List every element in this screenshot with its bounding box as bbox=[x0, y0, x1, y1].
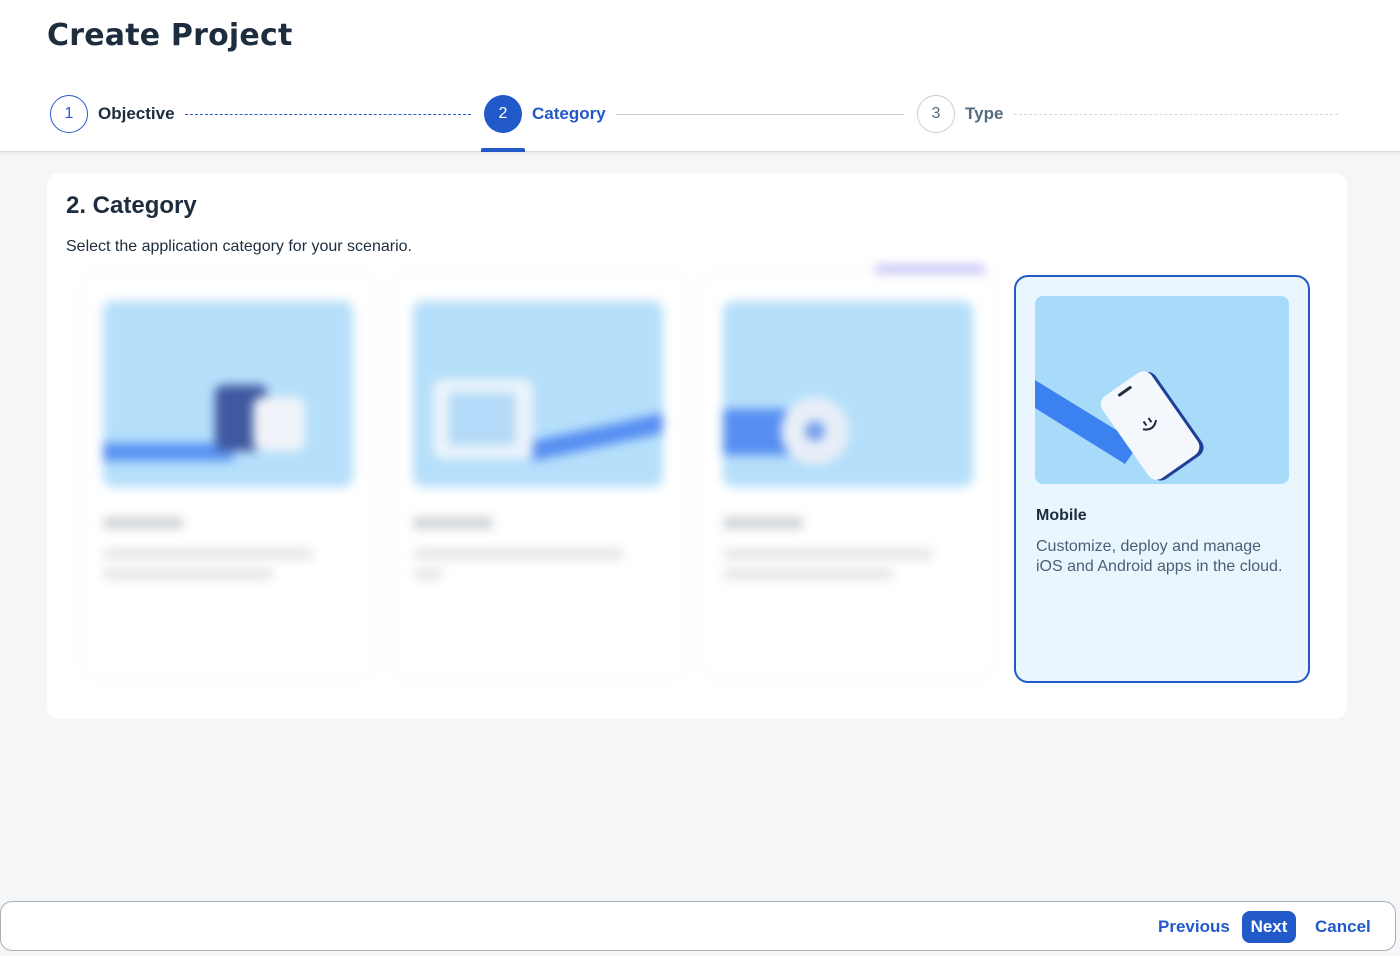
next-button[interactable]: Next bbox=[1242, 911, 1296, 943]
step-connector-1 bbox=[185, 114, 471, 115]
active-step-indicator bbox=[481, 148, 525, 152]
section-description: Select the application category for your… bbox=[66, 238, 412, 255]
step-label: Objective bbox=[98, 104, 175, 123]
cancel-button[interactable]: Cancel bbox=[1306, 911, 1380, 943]
wizard-step-objective[interactable]: 1 Objective bbox=[50, 95, 175, 133]
category-card-blurred[interactable] bbox=[703, 273, 993, 677]
blurred-category-cards bbox=[83, 263, 1007, 687]
previous-button[interactable]: Previous bbox=[1149, 911, 1239, 943]
wizard-header: Create Project 1 Objective 2 Category 3 … bbox=[0, 0, 1400, 152]
step-label: Category bbox=[532, 104, 606, 123]
step-number-badge: 2 bbox=[484, 95, 522, 133]
category-card-mobile[interactable]: Mobile Customize, deploy and manage iOS … bbox=[1014, 275, 1310, 683]
wizard-step-category[interactable]: 2 Category bbox=[484, 95, 606, 133]
step-number-badge: 3 bbox=[917, 95, 955, 133]
card-illustration bbox=[413, 301, 663, 487]
card-illustration bbox=[723, 301, 973, 487]
category-card-blurred[interactable] bbox=[83, 273, 373, 677]
category-panel: 2. Category Select the application categ… bbox=[47, 173, 1347, 719]
step-connector-3 bbox=[1014, 114, 1338, 115]
wizard-step-type[interactable]: 3 Type bbox=[917, 95, 1003, 133]
page-title: Create Project bbox=[47, 18, 293, 53]
wizard-footer: Previous Next Cancel bbox=[0, 901, 1396, 951]
phone-icon bbox=[1035, 371, 1204, 481]
step-label: Type bbox=[965, 104, 1004, 123]
card-title: Mobile bbox=[1036, 507, 1087, 524]
card-description: Customize, deploy and manage iOS and And… bbox=[1036, 538, 1283, 575]
step-number-badge: 1 bbox=[50, 95, 88, 133]
mobile-phone-illustration bbox=[1035, 296, 1289, 484]
category-card-blurred[interactable] bbox=[393, 273, 683, 677]
step-connector-2 bbox=[616, 114, 904, 115]
section-title: 2. Category bbox=[66, 192, 197, 219]
card-illustration bbox=[103, 301, 353, 487]
